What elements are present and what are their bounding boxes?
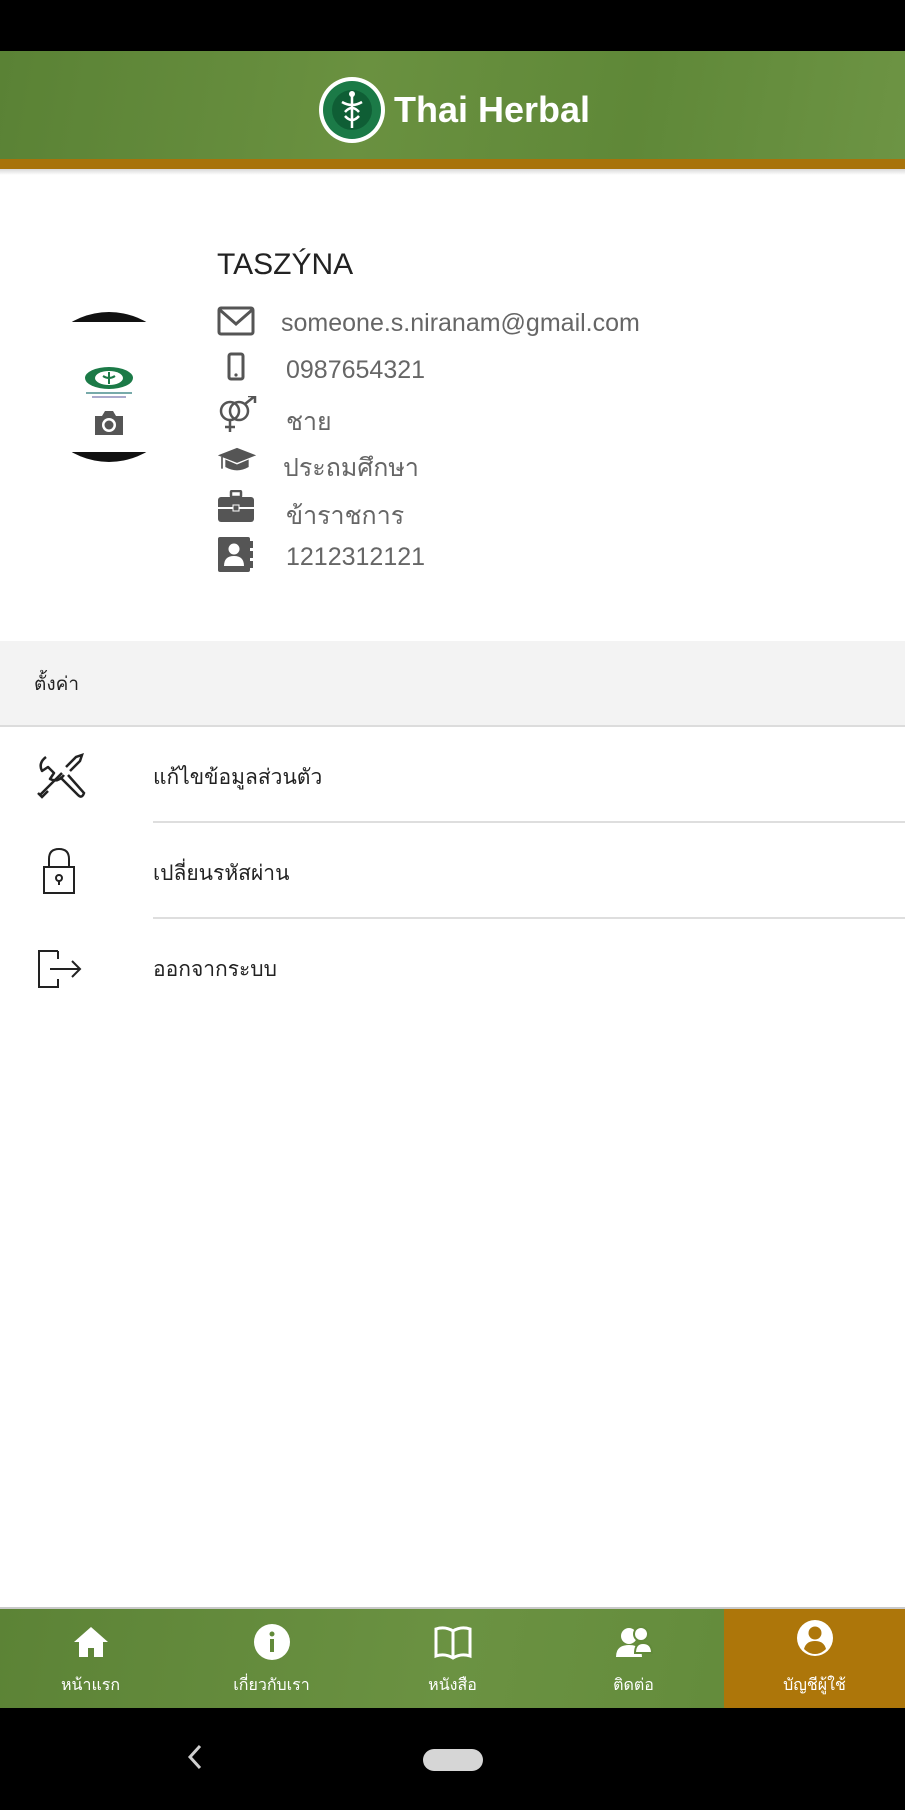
profile-name: TASZÝNA	[217, 248, 354, 281]
ministry-logo	[319, 77, 385, 143]
logout-item[interactable]: ออกจากระบบ	[0, 919, 905, 1013]
home-pill-button[interactable]	[423, 1749, 483, 1771]
tab-account[interactable]: บัญชีผู้ใช้	[724, 1609, 905, 1710]
graduation-cap-icon	[217, 447, 257, 471]
back-icon[interactable]	[184, 1742, 206, 1772]
lock-icon	[43, 847, 75, 894]
settings-section-label: ตั้งค่า	[34, 673, 79, 695]
mobile-phone-icon	[227, 352, 245, 381]
change-password-label: เปลี่ยนรหัสผ่าน	[153, 861, 290, 885]
edit-profile-item[interactable]: แก้ไขข้อมูลส่วนตัว	[0, 727, 905, 821]
gender-icon	[219, 396, 257, 432]
tab-about[interactable]: เกี่ยวกับเรา	[181, 1609, 362, 1710]
app-title: Thai Herbal	[394, 89, 591, 130]
settings-section-header: ตั้งค่า	[0, 641, 905, 727]
change-password-item[interactable]: เปลี่ยนรหัสผ่าน	[0, 823, 905, 917]
education-value: ประถมศึกษา	[283, 454, 419, 482]
briefcase-icon	[218, 490, 254, 522]
account-icon	[797, 1620, 833, 1656]
tab-home[interactable]: หน้าแรก	[0, 1609, 181, 1710]
envelope-icon	[217, 306, 255, 336]
occupation-value: ข้าราชการ	[286, 502, 405, 530]
bottom-tab-bar: หน้าแรก เกี่ยวกับเรา หนังสือ ติดต่อ บัญช…	[0, 1607, 905, 1710]
gender-value: ชาย	[286, 408, 332, 436]
camera-icon[interactable]	[92, 408, 126, 438]
book-icon	[434, 1626, 472, 1660]
tools-icon	[37, 753, 86, 799]
tab-books[interactable]: หนังสือ	[362, 1609, 543, 1710]
logout-icon	[38, 950, 82, 988]
edit-profile-label: แก้ไขข้อมูลส่วนตัว	[153, 765, 323, 789]
contact-card-icon	[218, 537, 253, 572]
home-icon	[74, 1627, 108, 1657]
header-accent-strip	[0, 159, 905, 169]
phone-value: 0987654321	[286, 356, 426, 384]
email-value: someone.s.niranam@gmail.com	[281, 309, 640, 337]
info-icon	[254, 1624, 290, 1660]
avatar-logo-image	[85, 367, 133, 398]
logout-label: ออกจากระบบ	[153, 957, 277, 981]
status-bar	[0, 0, 905, 51]
id-number-value: 1212312121	[286, 543, 426, 571]
avatar[interactable]	[34, 312, 184, 462]
contact-icon	[616, 1626, 653, 1657]
tab-contact[interactable]: ติดต่อ	[543, 1609, 724, 1710]
